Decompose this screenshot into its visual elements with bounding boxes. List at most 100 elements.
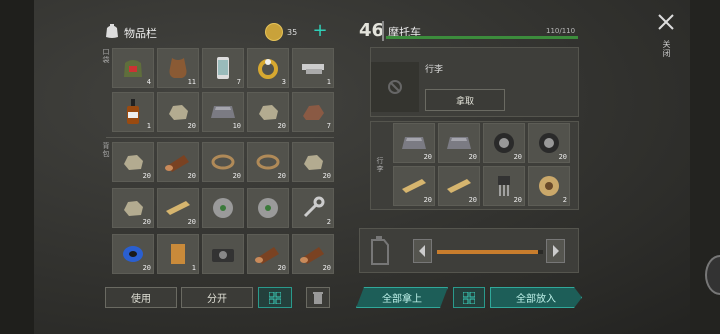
fuel-track[interactable]: [437, 250, 543, 254]
inventory-slot[interactable]: 20: [438, 123, 480, 163]
inventory-slot[interactable]: 20: [157, 142, 199, 182]
item-count: 20: [187, 218, 196, 226]
inventory-slot[interactable]: 20: [292, 234, 334, 274]
header-separator: [382, 21, 384, 41]
inventory-slot[interactable]: 20: [202, 142, 244, 182]
metal-bars-icon: [299, 56, 327, 80]
item-count: 20: [322, 264, 331, 272]
backpack-icon: [119, 56, 147, 80]
item-count: 20: [142, 264, 151, 272]
saw-blade-icon: [209, 196, 237, 220]
smartphone-icon: [209, 56, 237, 80]
chevron-left-icon: [419, 245, 425, 257]
trunk-label: 行李: [376, 157, 384, 173]
trash-button[interactable]: [306, 287, 330, 308]
inventory-slot[interactable]: 20: [112, 142, 154, 182]
inventory-slot[interactable]: [202, 188, 244, 228]
transistor-icon: [490, 174, 518, 198]
inventory-slot[interactable]: 2: [292, 188, 334, 228]
put-all-button[interactable]: 全部放入: [490, 287, 582, 308]
inventory-slot[interactable]: 1: [112, 92, 154, 132]
item-count: 3: [281, 78, 286, 86]
inventory-slot[interactable]: 20: [247, 142, 289, 182]
rope-icon: [254, 150, 282, 174]
inventory-slot[interactable]: 20: [247, 92, 289, 132]
inventory-bag-icon: [103, 23, 121, 39]
plank-icon: [445, 174, 473, 198]
stone-icon: [299, 150, 327, 174]
item-count: 10: [232, 122, 241, 130]
item-count: 1: [326, 78, 331, 86]
item-count: 20: [558, 153, 567, 161]
item-count: 20: [232, 172, 241, 180]
item-count: 20: [513, 153, 522, 161]
inventory-slot[interactable]: 7: [292, 92, 334, 132]
whiskey-bottle-icon: [119, 99, 147, 124]
fuel-fill: [437, 250, 538, 254]
inventory-slot[interactable]: 10: [202, 92, 244, 132]
plank-icon: [400, 174, 428, 198]
item-count: 20: [513, 196, 522, 204]
sort-button[interactable]: [258, 287, 292, 308]
ore-icon: [299, 100, 327, 124]
inventory-slot[interactable]: [247, 188, 289, 228]
item-count: 20: [187, 122, 196, 130]
increase-button[interactable]: [546, 239, 565, 263]
log-icon: [164, 150, 192, 174]
coin-count: 35: [287, 28, 298, 37]
inventory-slot[interactable]: 11: [157, 48, 199, 88]
stone-icon: [254, 100, 282, 124]
inventory-slot[interactable]: 20: [112, 234, 154, 274]
empty-slot[interactable]: [371, 62, 419, 112]
inventory-slot[interactable]: 20: [393, 123, 435, 163]
saw-blade-icon: [254, 196, 282, 220]
split-button[interactable]: 分开: [181, 287, 253, 308]
inventory-slot[interactable]: 20: [528, 123, 570, 163]
close-button[interactable]: [657, 13, 675, 31]
inventory-slot[interactable]: 20: [112, 188, 154, 228]
inventory-slot[interactable]: [202, 234, 244, 274]
decrease-button[interactable]: [413, 239, 432, 263]
item-count: 11: [187, 78, 196, 86]
take-all-button[interactable]: 全部拿上: [356, 287, 448, 308]
vehicle-sort-button[interactable]: [453, 287, 485, 308]
grid-icon: [269, 291, 281, 304]
stone-icon: [119, 196, 147, 220]
plank-icon: [164, 196, 192, 220]
duct-tape-icon: [119, 242, 147, 266]
inventory-slot[interactable]: 20: [157, 188, 199, 228]
inventory-slot[interactable]: 1: [157, 234, 199, 274]
wire-spool-icon: [535, 174, 563, 198]
take-button[interactable]: 拿取: [425, 89, 505, 111]
inventory-slot[interactable]: 20: [438, 166, 480, 206]
item-count: 20: [142, 218, 151, 226]
left-edge: [0, 0, 34, 334]
inventory-slot[interactable]: 20: [393, 166, 435, 206]
add-coins-button[interactable]: +: [311, 22, 329, 41]
item-count: 20: [468, 153, 477, 161]
inventory-slot[interactable]: 20: [483, 166, 525, 206]
tire-icon: [535, 131, 563, 155]
item-count: 2: [326, 218, 331, 226]
inventory-slot[interactable]: 20: [247, 234, 289, 274]
use-button[interactable]: 使用: [105, 287, 177, 308]
inventory-slot[interactable]: 20: [157, 92, 199, 132]
leather-icon: [164, 56, 192, 80]
no-item-icon: [388, 80, 402, 94]
backpack-label: 背包: [102, 142, 110, 158]
gold-ring-icon: [254, 56, 282, 80]
stone-icon: [119, 150, 147, 174]
inventory-slot[interactable]: 1: [292, 48, 334, 88]
inventory-slot[interactable]: 2: [528, 166, 570, 206]
item-count: 20: [277, 264, 286, 272]
inventory-slot[interactable]: 4: [112, 48, 154, 88]
inventory-slot[interactable]: 3: [247, 48, 289, 88]
item-count: 20: [423, 196, 432, 204]
item-count: 20: [187, 172, 196, 180]
item-count: 20: [423, 153, 432, 161]
item-count: 20: [322, 172, 331, 180]
inventory-slot[interactable]: 20: [483, 123, 525, 163]
inventory-slot[interactable]: 7: [202, 48, 244, 88]
capacity-text: 110/110: [546, 27, 576, 35]
inventory-slot[interactable]: 20: [292, 142, 334, 182]
